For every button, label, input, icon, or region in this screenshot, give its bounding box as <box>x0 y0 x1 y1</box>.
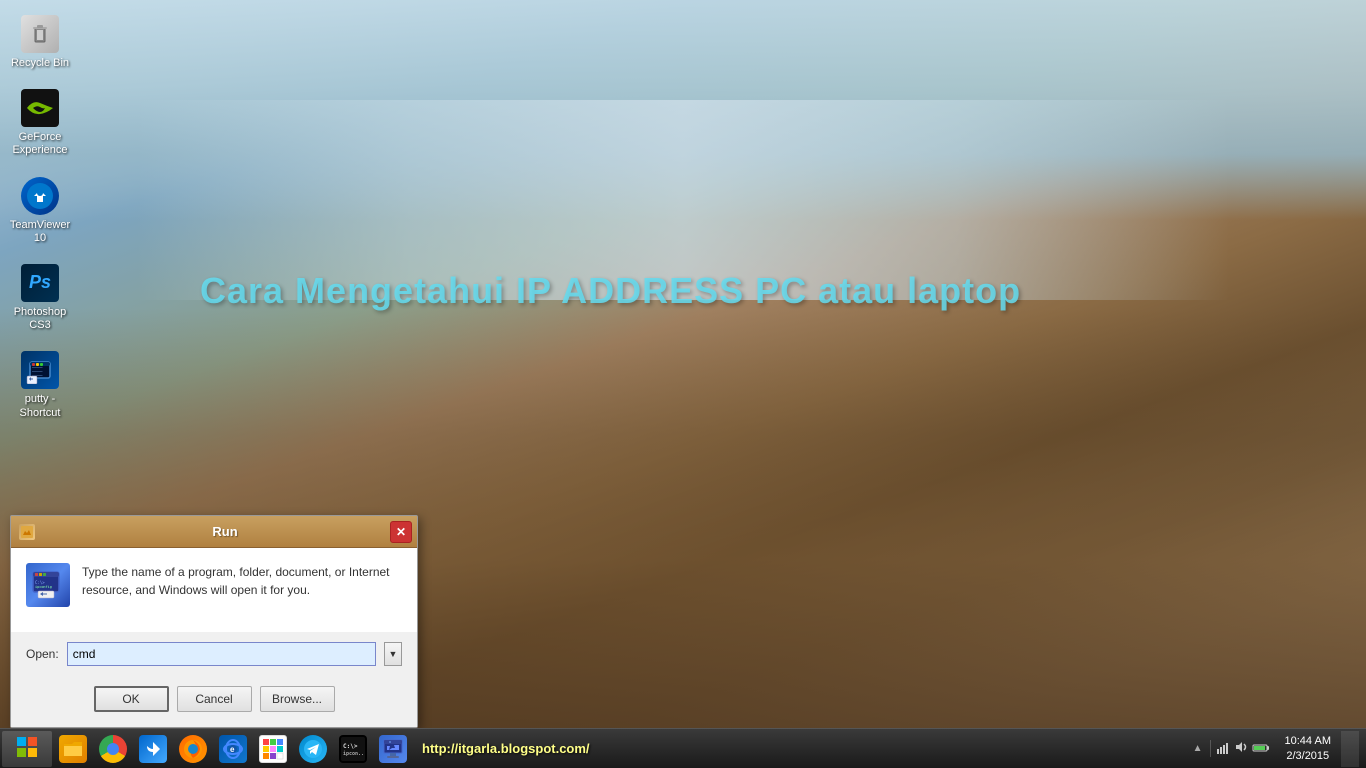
desktop: Cara Mengetahui IP ADDRESS PC atau lapto… <box>0 0 1366 768</box>
putty-label: putty - Shortcut <box>9 393 71 419</box>
chrome-icon-shape <box>99 735 127 763</box>
taskbar-chrome-icon[interactable] <box>94 731 132 767</box>
photoshop-label: Photoshop CS3 <box>9 306 71 332</box>
taskbar-pinned-apps: e <box>54 731 412 767</box>
dropdown-button[interactable]: ▼ <box>384 642 402 666</box>
dialog-buttons-row: OK Cancel Browse... <box>11 676 417 727</box>
dialog-message-text: Type the name of a program, folder, docu… <box>82 563 402 599</box>
taskbar-remote-desktop-icon[interactable] <box>374 731 412 767</box>
taskbar-paint-icon[interactable] <box>254 731 292 767</box>
start-button[interactable] <box>2 731 52 767</box>
taskbar: e <box>0 728 1366 768</box>
taskbar-right: ▲ <box>1191 731 1364 767</box>
taskbar-appstore-icon[interactable] <box>134 731 172 767</box>
run-dialog-icon: C:\> ipconfig <box>26 563 70 607</box>
recycle-bin-label: Recycle Bin <box>11 57 69 70</box>
geforce-icon <box>20 88 60 128</box>
taskbar-firefox-icon[interactable] <box>174 731 212 767</box>
browse-button[interactable]: Browse... <box>260 686 335 712</box>
taskbar-ie-icon[interactable]: e <box>214 731 252 767</box>
dialog-titlebar: Run ✕ <box>11 516 417 548</box>
desktop-icon-geforce[interactable]: GeForce Experience <box>5 84 75 161</box>
clock-date: 2/3/2015 <box>1285 749 1331 763</box>
notification-area <box>1210 740 1275 757</box>
dialog-open-row: Open: ▼ <box>11 632 417 676</box>
system-clock[interactable]: 10:44 AM 2/3/2015 <box>1280 734 1336 763</box>
taskbar-cmd-icon[interactable]: C:\> ipcon.. <box>334 731 372 767</box>
watermark-text: Cara Mengetahui IP ADDRESS PC atau lapto… <box>200 270 1021 312</box>
clock-time: 10:44 AM <box>1285 734 1331 748</box>
dialog-title-icon <box>19 524 35 540</box>
desktop-icons-area: Recycle Bin GeForce Experience <box>5 10 75 424</box>
dialog-title-text: Run <box>41 524 409 539</box>
run-dialog: Run ✕ C:\> ipconfig <box>10 515 418 728</box>
teamviewer-label: TeamViewer 10 <box>9 219 71 245</box>
geforce-label: GeForce Experience <box>9 131 71 157</box>
dialog-body: C:\> ipconfig Type the name of a program… <box>11 548 417 632</box>
volume-icon[interactable] <box>1234 740 1248 757</box>
desktop-icon-photoshop[interactable]: Ps Photoshop CS3 <box>5 259 75 336</box>
ok-button[interactable]: OK <box>94 686 169 712</box>
taskbar-telegram-icon[interactable] <box>294 731 332 767</box>
network-icon[interactable] <box>1216 740 1230 757</box>
recycle-bin-icon <box>20 14 60 54</box>
svg-text:ipconfig: ipconfig <box>35 585 52 589</box>
dialog-close-button[interactable]: ✕ <box>390 521 412 543</box>
putty-icon: ───── ───── ───── <box>20 350 60 390</box>
photoshop-icon: Ps <box>20 263 60 303</box>
cancel-button[interactable]: Cancel <box>177 686 252 712</box>
dialog-message-row: C:\> ipconfig Type the name of a program… <box>26 563 402 607</box>
show-hidden-icons-button[interactable]: ▲ <box>1191 743 1205 754</box>
open-input[interactable] <box>67 642 376 666</box>
svg-text:C:\>: C:\> <box>343 743 358 750</box>
open-label: Open: <box>26 647 59 661</box>
taskbar-files-icon[interactable] <box>54 731 92 767</box>
svg-text:e: e <box>230 745 235 754</box>
svg-text:ipcon..: ipcon.. <box>343 751 364 757</box>
battery-icon <box>1252 741 1270 756</box>
windows-logo-icon <box>16 736 38 762</box>
desktop-icon-recycle-bin[interactable]: Recycle Bin <box>5 10 75 74</box>
blog-url-text: http://itgarla.blogspot.com/ <box>412 741 600 756</box>
show-desktop-button[interactable] <box>1341 731 1359 767</box>
teamviewer-icon <box>20 176 60 216</box>
desktop-icon-teamviewer[interactable]: TeamViewer 10 <box>5 172 75 249</box>
desktop-icon-putty[interactable]: ───── ───── ───── putty - Shortcut <box>5 346 75 423</box>
